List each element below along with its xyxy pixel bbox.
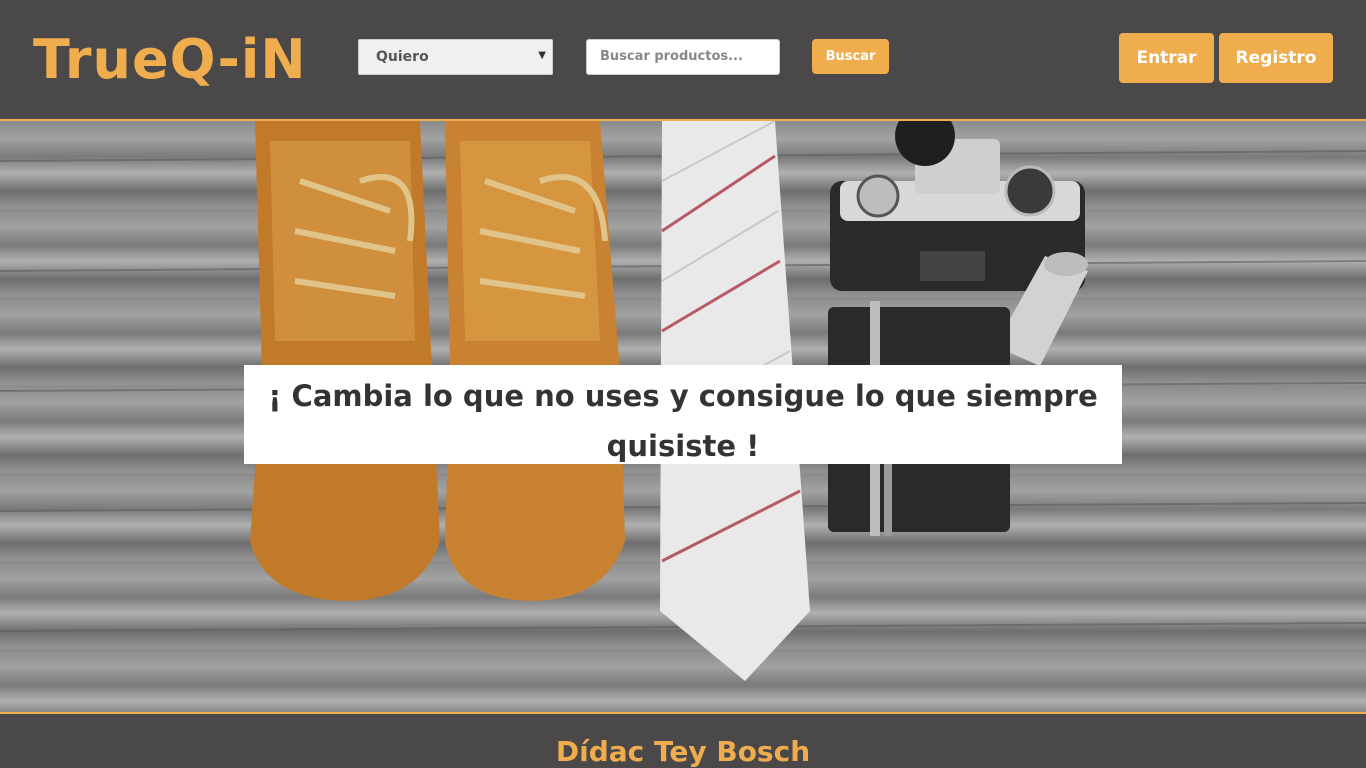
site-logo[interactable]: TrueQ-iN bbox=[33, 28, 307, 92]
slogan-box: ¡ Cambia lo que no uses y consigue lo qu… bbox=[244, 365, 1122, 464]
right-boot bbox=[445, 121, 625, 601]
register-button[interactable]: Registro bbox=[1219, 33, 1333, 83]
site-footer: Dídac Tey Bosch bbox=[0, 714, 1366, 768]
quiero-select[interactable]: Quiero ▼ bbox=[358, 39, 553, 75]
hero-banner: ¡ Cambia lo que no uses y consigue lo qu… bbox=[0, 119, 1366, 714]
search-input[interactable]: Buscar productos... bbox=[586, 39, 780, 75]
chevron-down-icon: ▼ bbox=[538, 50, 546, 61]
footer-author: Dídac Tey Bosch bbox=[555, 735, 811, 768]
left-boot bbox=[250, 121, 440, 601]
search-placeholder: Buscar productos... bbox=[600, 49, 743, 64]
select-value: Quiero bbox=[376, 49, 429, 65]
login-button[interactable]: Entrar bbox=[1119, 33, 1214, 83]
search-button[interactable]: Buscar bbox=[812, 39, 889, 74]
hero-slogan: ¡ Cambia lo que no uses y consigue lo qu… bbox=[268, 379, 1098, 463]
site-header: TrueQ-iN Quiero ▼ Buscar productos... Bu… bbox=[0, 0, 1366, 119]
